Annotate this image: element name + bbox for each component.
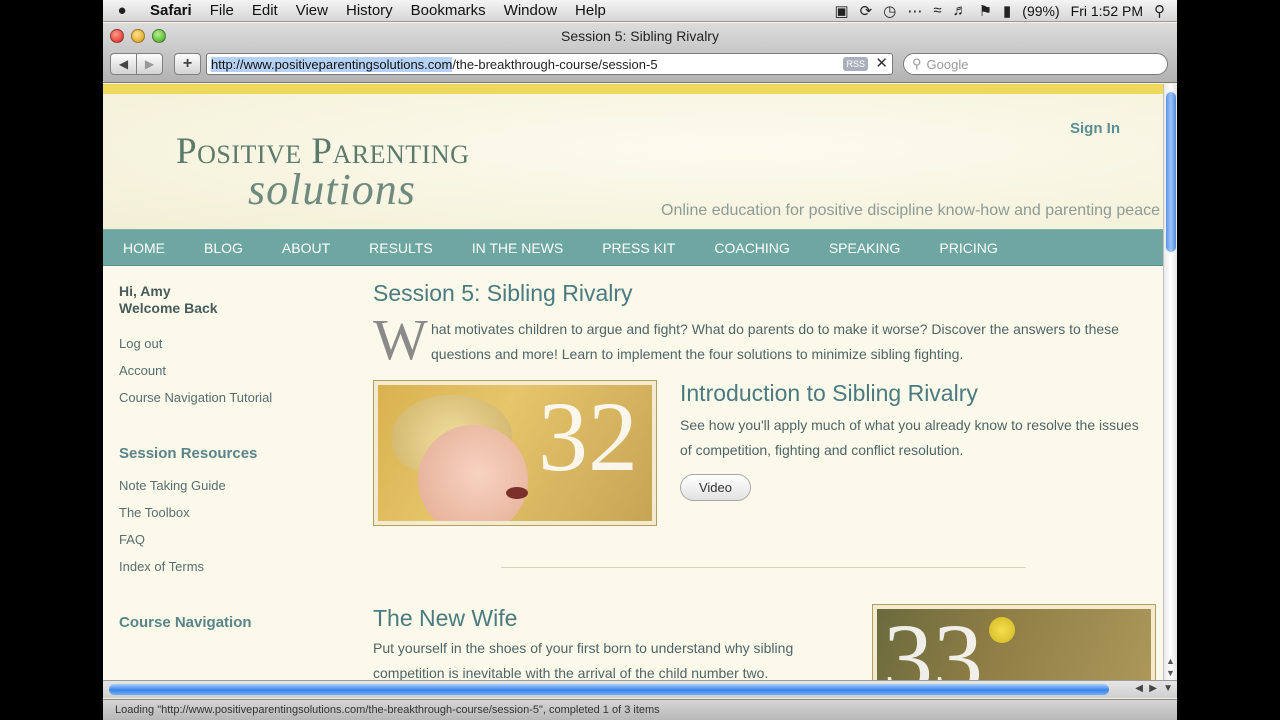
url-rest-text: /the-breakthrough-course/session-5 (452, 56, 658, 72)
search-icon: ⚲ (912, 56, 922, 71)
course-navigation-heading: Course Navigation (119, 614, 252, 631)
scroll-up-arrow-icon[interactable]: ▲ (1166, 656, 1175, 666)
window-title: Session 5: Sibling Rivalry (561, 28, 719, 44)
faq-link[interactable]: FAQ (119, 532, 339, 547)
thumbnail-image: 32 (378, 385, 652, 521)
spotlight-search-icon[interactable]: ⚲ (1154, 2, 1165, 20)
video-title[interactable]: Introduction to Sibling Rivalry (680, 380, 978, 407)
sign-in-link[interactable]: Sign In (1070, 120, 1120, 137)
horizontal-scroll-thumb[interactable] (109, 684, 1109, 695)
account-link[interactable]: Account (119, 363, 339, 378)
volume-icon[interactable]: ♬ (953, 2, 968, 19)
forward-arrow-icon: ▶ (144, 57, 155, 71)
nav-coaching[interactable]: COACHING (714, 240, 789, 256)
flag-icon[interactable]: ⚑ (979, 2, 992, 20)
url-selected-text: http://www.positiveparentingsolutions.co… (211, 56, 453, 72)
video-number: 32 (538, 385, 638, 492)
video-description: Put yourself in the shoes of your first … (373, 640, 794, 680)
nav-in-the-news[interactable]: IN THE NEWS (472, 240, 564, 256)
wifi-icon[interactable]: ≈ (933, 2, 941, 19)
video-description: See how you'll apply much of what you al… (680, 417, 1139, 458)
menu-bar: ● Safari File Edit View History Bookmark… (103, 0, 1177, 22)
menu-bookmarks[interactable]: Bookmarks (402, 2, 495, 19)
camera-icon[interactable]: ▣ (834, 2, 848, 20)
back-arrow-icon: ◀ (118, 57, 129, 71)
add-bookmark-button[interactable]: + (174, 53, 201, 75)
horizontal-scrollbar[interactable]: ◀ ▶ ▼ (103, 680, 1177, 698)
video-number: 33 (883, 609, 983, 680)
browser-toolbar: Session 5: Sibling Rivalry ◀ ▶ + http://… (103, 23, 1177, 83)
section-divider (501, 567, 1026, 568)
menu-view[interactable]: View (287, 2, 337, 19)
address-bar[interactable]: http://www.positiveparentingsolutions.co… (206, 53, 893, 75)
web-page: Positive Parenting solutions Sign In Onl… (103, 84, 1163, 680)
video-thumbnail-32[interactable]: 32 (373, 380, 657, 526)
scroll-right-arrow-icon[interactable]: ▶ (1149, 683, 1157, 694)
the-toolbox-link[interactable]: The Toolbox (119, 505, 339, 520)
user-greeting: Hi, Amy Welcome Back (119, 283, 339, 317)
greeting-welcome: Welcome Back (119, 300, 218, 316)
nav-home[interactable]: HOME (123, 240, 165, 256)
nav-pricing[interactable]: PRICING (939, 240, 997, 256)
main-content: Session 5: Sibling Rivalry W hat motivat… (373, 280, 1156, 680)
site-tagline: Online education for positive discipline… (661, 202, 1160, 219)
search-placeholder: Google (926, 56, 969, 72)
index-of-terms-link[interactable]: Index of Terms (119, 559, 339, 574)
scroll-down-arrow-icon[interactable]: ▼ (1163, 683, 1173, 694)
stop-loading-icon[interactable]: ✕ (875, 54, 888, 72)
menu-file[interactable]: File (201, 2, 243, 19)
page-title: Session 5: Sibling Rivalry (373, 280, 633, 306)
menu-edit[interactable]: Edit (243, 2, 287, 19)
top-stripe (103, 84, 1163, 94)
time-machine-icon[interactable]: ◷ (883, 2, 896, 20)
sync-icon[interactable]: ⟳ (860, 2, 873, 20)
intro-paragraph: W hat motivates children to argue and fi… (373, 311, 1153, 369)
session-resources-heading: Session Resources (119, 445, 258, 462)
greeting-name: Hi, Amy (119, 283, 171, 299)
nav-speaking[interactable]: SPEAKING (829, 240, 901, 256)
video-thumbnail-33[interactable]: 33 (872, 604, 1156, 680)
menu-history[interactable]: History (337, 2, 402, 19)
menu-window[interactable]: Window (495, 2, 566, 19)
scroll-down-arrow-icon[interactable]: ▼ (1166, 668, 1175, 678)
logo-subtitle[interactable]: solutions (248, 164, 416, 215)
video-title[interactable]: The New Wife (373, 605, 517, 632)
back-button[interactable]: ◀ (110, 53, 137, 75)
rss-badge[interactable]: RSS (843, 57, 868, 71)
forward-button[interactable]: ▶ (136, 53, 163, 75)
intro-text: hat motivates children to argue and figh… (431, 321, 1119, 362)
search-field[interactable]: ⚲ Google (903, 53, 1168, 75)
status-area: ▣ ⟳ ◷ ⋯ ≈ ♬ ⚑ ▮ (99%) Fri 1:52 PM ⚲ (834, 2, 1177, 20)
site-header: Positive Parenting solutions Sign In Onl… (103, 94, 1163, 229)
flower-shape (989, 617, 1015, 643)
nav-about[interactable]: ABOUT (282, 240, 330, 256)
plus-icon: + (182, 55, 193, 72)
menu-app-safari[interactable]: Safari (141, 2, 201, 19)
sidebar: Hi, Amy Welcome Back Log out Account Cou… (119, 283, 339, 631)
more-icon[interactable]: ⋯ (907, 2, 922, 20)
course-navigation-tutorial-link[interactable]: Course Navigation Tutorial (119, 390, 339, 405)
thumbnail-image: 33 (877, 609, 1151, 680)
scroll-left-arrow-icon[interactable]: ◀ (1135, 683, 1143, 694)
note-taking-guide-link[interactable]: Note Taking Guide (119, 478, 339, 493)
menu-help[interactable]: Help (566, 2, 615, 19)
vertical-scroll-thumb[interactable] (1166, 92, 1176, 252)
video-button[interactable]: Video (680, 474, 751, 501)
apple-menu-icon[interactable]: ● (103, 2, 141, 19)
clock[interactable]: Fri 1:52 PM (1071, 3, 1143, 19)
vertical-scrollbar[interactable]: ▲ ▼ (1163, 84, 1177, 680)
nav-blog[interactable]: BLOG (204, 240, 243, 256)
logout-link[interactable]: Log out (119, 336, 339, 351)
battery-percent[interactable]: (99%) (1022, 3, 1059, 19)
status-bar: Loading "http://www.positiveparentingsol… (103, 699, 1177, 720)
nav-results[interactable]: RESULTS (369, 240, 433, 256)
nav-press-kit[interactable]: PRESS KIT (602, 240, 675, 256)
battery-icon[interactable]: ▮ (1003, 2, 1011, 20)
screen: ● Safari File Edit View History Bookmark… (103, 0, 1177, 720)
drop-cap: W (373, 307, 428, 372)
child-mouth-shape (506, 487, 528, 499)
main-navigation: HOME BLOG ABOUT RESULTS IN THE NEWS PRES… (103, 229, 1163, 266)
